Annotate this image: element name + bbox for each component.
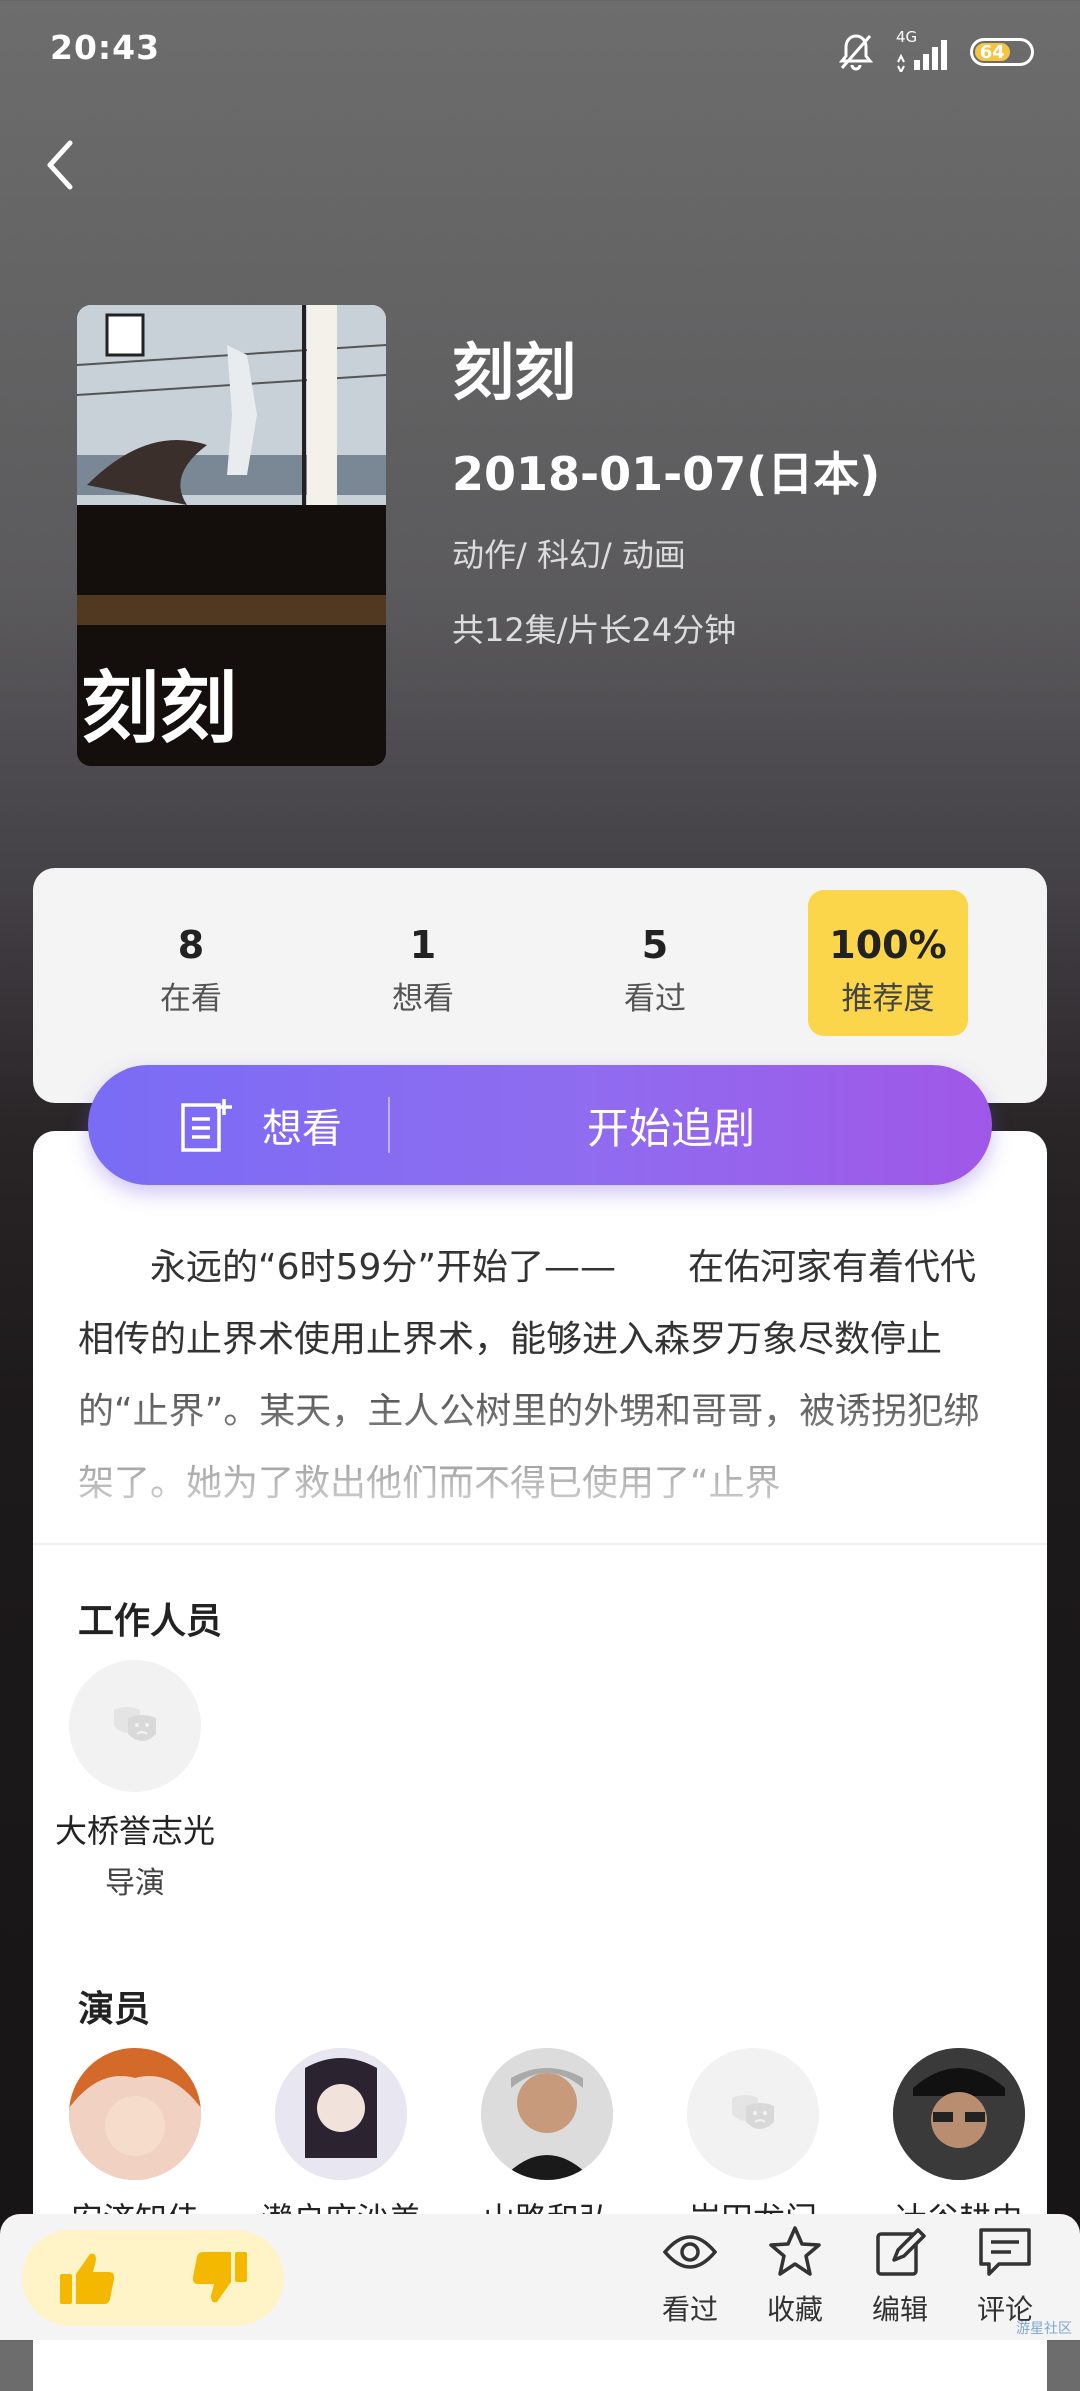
stat-watching[interactable]: 8 在看 <box>111 923 271 1018</box>
mute-bell-icon <box>838 34 874 71</box>
edit-icon <box>876 2228 926 2276</box>
cast-name: 濑户麻沙美 <box>241 2194 441 2214</box>
genres: 动作/ 科幻/ 动画 <box>452 536 686 574</box>
comment-button[interactable]: 评论 <box>960 2224 1050 2328</box>
section-divider <box>33 1543 1047 1545</box>
bottom-bar: 看过 收藏 编辑 评论 <box>0 2214 1080 2340</box>
stat-watched[interactable]: 5 看过 <box>575 923 735 1018</box>
cast-name: 山路和弘 <box>447 2194 647 2214</box>
vote-pill <box>22 2230 284 2326</box>
cast-person[interactable]: 安济知佳 <box>35 2048 235 2214</box>
cast-avatar <box>893 2048 1025 2180</box>
stat-want[interactable]: 1 想看 <box>343 923 503 1018</box>
svg-text:刻刻: 刻刻 <box>81 664 237 752</box>
want-button[interactable]: 想看 <box>88 1065 388 1185</box>
stat-watched-label: 看过 <box>624 981 686 1017</box>
status-time: 20:43 <box>50 28 161 67</box>
battery-icon: 64 <box>970 38 1034 66</box>
stat-watching-count: 8 <box>177 923 205 967</box>
comment-icon <box>979 2228 1031 2276</box>
staff-person[interactable]: 大桥誉志光 导演 <box>35 1660 235 1902</box>
staff-title: 工作人员 <box>78 1601 223 1642</box>
back-arrow-icon[interactable] <box>40 135 80 195</box>
favorite-button[interactable]: 收藏 <box>750 2224 840 2328</box>
cast-person[interactable]: 濑户麻沙美 <box>241 2048 441 2214</box>
stat-want-label: 想看 <box>392 981 454 1017</box>
page-title: 刻刻 <box>452 336 577 409</box>
start-watching-button[interactable]: 开始追剧 <box>390 1095 952 1156</box>
stat-recommend-label: 推荐度 <box>841 981 935 1017</box>
cast-name: 岩田龙门 <box>653 2194 853 2214</box>
cast-title: 演员 <box>78 1989 151 2030</box>
edit-button[interactable]: 编辑 <box>855 2224 945 2328</box>
cast-person[interactable]: 辻谷耕史 <box>859 2048 1047 2214</box>
avatar-placeholder <box>687 2048 819 2180</box>
edit-label: 编辑 <box>871 2293 928 2326</box>
watermark: 游星社区 <box>1016 2321 1072 2337</box>
cast-avatar <box>69 2048 201 2180</box>
cast-person[interactable]: 岩田龙门 <box>653 2048 853 2214</box>
thumbs-down-icon[interactable] <box>189 2250 249 2306</box>
staff-role: 导演 <box>105 1866 165 1901</box>
cast-name: 安济知佳 <box>35 2194 235 2214</box>
cast-avatar <box>275 2048 407 2180</box>
battery-level: 64 <box>975 42 1010 63</box>
release-date: 2018-01-07(日本) <box>452 447 881 501</box>
eye-icon <box>662 2235 718 2269</box>
thumbs-up-icon[interactable] <box>58 2250 118 2306</box>
add-list-icon <box>181 1099 232 1152</box>
signal-icon: 4G <box>892 28 952 75</box>
status-icons: 4G 64 <box>838 28 1034 75</box>
want-label: 想看 <box>262 1106 342 1152</box>
cast-person[interactable]: 山路和弘 <box>447 2048 647 2214</box>
cast-name: 辻谷耕史 <box>859 2194 1047 2214</box>
episode-info: 共12集/片长24分钟 <box>452 611 737 649</box>
network-label: 4G <box>896 28 918 46</box>
stat-recommend[interactable]: 100% 推荐度 <box>808 890 968 1036</box>
watched-label: 看过 <box>661 2293 718 2326</box>
theater-mask-icon <box>732 2095 774 2129</box>
cast-list: 安济知佳 濑户麻沙美 山路和弘 岩田龙门 辻谷耕史 <box>33 2040 1047 2214</box>
staff-name: 大桥誉志光 <box>54 1812 215 1850</box>
favorite-label: 收藏 <box>766 2293 823 2326</box>
action-bar: 想看 开始追剧 <box>88 1065 992 1185</box>
synopsis-text[interactable]: 永远的“6时59分”开始了—— 在佑河家有着代代相传的止界术使用止界术，能够进入… <box>78 1232 998 1520</box>
theater-mask-icon <box>114 1707 156 1741</box>
stat-want-count: 1 <box>409 923 437 967</box>
stat-recommend-value: 100% <box>829 923 947 967</box>
stat-watched-count: 5 <box>641 923 669 967</box>
cover-image[interactable]: 刻刻 <box>77 305 386 766</box>
avatar-placeholder <box>69 1660 201 1792</box>
star-icon <box>769 2226 821 2276</box>
watched-button[interactable]: 看过 <box>645 2224 735 2328</box>
cast-avatar <box>481 2048 613 2180</box>
stat-watching-label: 在看 <box>160 981 222 1017</box>
